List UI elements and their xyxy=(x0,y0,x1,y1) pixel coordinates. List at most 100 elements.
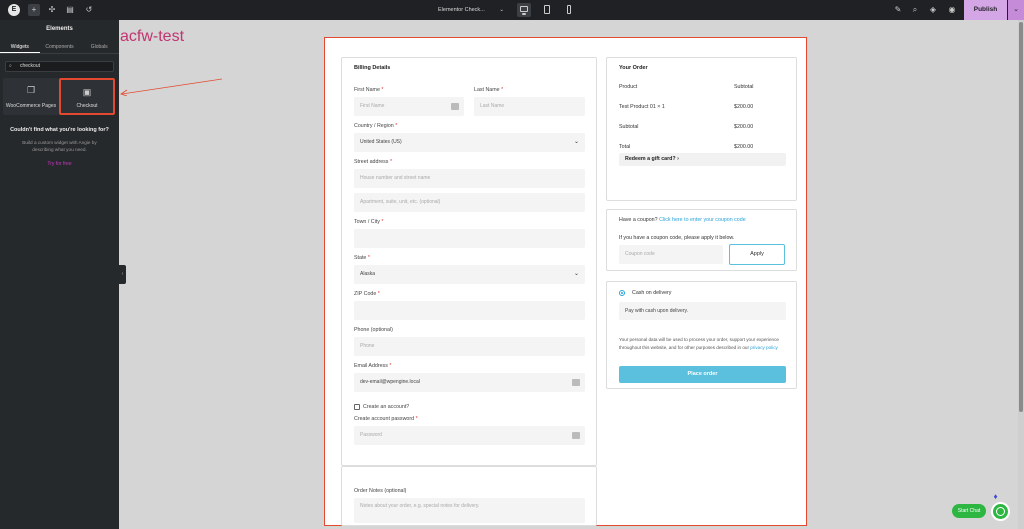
coupon-link[interactable]: Click here to enter your coupon code xyxy=(659,217,746,223)
zip-code-input[interactable] xyxy=(354,301,585,320)
widget-label: Checkout xyxy=(76,103,98,109)
zip-code-label: ZIP Code * xyxy=(354,291,380,297)
order-notes-card: Order Notes (optional) Notes about your … xyxy=(341,466,597,526)
redeem-gift-card-toggle[interactable]: Redeem a gift card? › xyxy=(619,153,786,166)
your-order-heading: Your Order xyxy=(619,65,648,71)
order-notes-textarea[interactable]: Notes about your order, e.g. special not… xyxy=(354,498,585,523)
top-bar: E + ✣ ▤ ↺ Elementor Check... ⌄ ✎ ⌕ ◈ ◉ P… xyxy=(0,0,1024,20)
mobile-view-icon[interactable] xyxy=(562,3,576,17)
scrollbar-thumb[interactable] xyxy=(1019,22,1023,412)
place-order-button[interactable]: Place order xyxy=(619,366,786,383)
coupon-code-input[interactable]: Coupon code xyxy=(619,245,723,264)
annotation-arrow xyxy=(120,78,223,96)
checkout-widget-frame[interactable]: Billing Details First Name * First Name … xyxy=(324,37,807,526)
chevron-down-icon: ⌄ xyxy=(573,271,579,277)
last-name-input[interactable]: Last Name xyxy=(474,97,585,116)
notes-icon[interactable]: ✎ xyxy=(892,4,904,16)
your-order-card: Your Order Product Subtotal Test Product… xyxy=(606,57,797,201)
phone-input[interactable]: Phone xyxy=(354,337,585,356)
panel-tabs: Widgets Components Globals xyxy=(0,41,119,54)
not-found-description: Build a custom widget with Angie by desc… xyxy=(22,140,97,152)
product-column-header: Product xyxy=(619,84,638,90)
country-label: Country / Region * xyxy=(354,123,398,129)
phone-label: Phone (optional) xyxy=(354,327,393,333)
subtotal-column-header: Subtotal xyxy=(734,84,754,90)
widget-checkout[interactable]: ▣ Checkout xyxy=(59,78,115,115)
account-password-label: Create account password * xyxy=(354,416,418,422)
email-input[interactable]: dev-email@wpengine.local xyxy=(354,373,585,392)
history-icon[interactable]: ↺ xyxy=(83,4,95,16)
state-label: State * xyxy=(354,255,370,261)
street-address-input[interactable]: House number and street name xyxy=(354,169,585,188)
structure-icon[interactable]: ▤ xyxy=(64,4,76,16)
widget-woocommerce-pages[interactable]: ❐ WooCommerce Pages xyxy=(3,78,59,115)
order-notes-label: Order Notes (optional) xyxy=(354,488,407,494)
tablet-view-icon[interactable] xyxy=(540,3,554,17)
payment-method-description: Pay with cash upon delivery. xyxy=(619,302,786,320)
desktop-view-icon[interactable] xyxy=(517,3,531,17)
woocommerce-pages-icon: ❐ xyxy=(26,85,36,95)
create-account-label: Create an account? xyxy=(363,404,410,410)
start-chat-button[interactable]: Start Chat xyxy=(952,504,986,518)
elements-panel: Elements Widgets Components Globals ⌕ ch… xyxy=(0,20,119,529)
autofill-key-icon xyxy=(572,379,580,386)
tab-components[interactable]: Components xyxy=(40,41,80,53)
collapse-panel-icon[interactable]: ‹ xyxy=(119,265,126,284)
publish-options-chevron-icon[interactable]: ⌄ xyxy=(1008,0,1024,20)
coupon-prompt: Have a coupon? Click here to enter your … xyxy=(619,217,746,223)
widget-label: WooCommerce Pages xyxy=(5,103,57,109)
account-password-input[interactable]: Password xyxy=(354,426,585,445)
order-item-name: Test Product 01 × 1 xyxy=(619,104,665,110)
site-settings-icon[interactable]: ✣ xyxy=(46,4,58,16)
canvas-scrollbar[interactable] xyxy=(1018,20,1024,529)
tab-widgets[interactable]: Widgets xyxy=(0,41,40,53)
create-account-checkbox[interactable] xyxy=(354,404,360,410)
not-found-title: Couldn't find what you're looking for? xyxy=(10,127,109,133)
chevron-down-icon: ⌄ xyxy=(499,7,504,13)
try-for-free-link[interactable]: Try for free xyxy=(0,161,119,167)
publish-button[interactable]: Publish xyxy=(964,0,1007,20)
coupon-card: Have a coupon? Click here to enter your … xyxy=(606,209,797,271)
order-item-price: $200.00 xyxy=(734,104,754,110)
privacy-policy-link[interactable]: privacy policy xyxy=(750,345,778,350)
page-title-dropdown[interactable]: Elementor Check... ⌄ xyxy=(438,3,506,17)
last-name-label: Last Name * xyxy=(474,87,504,93)
total-label: Total xyxy=(619,144,631,150)
layers-icon[interactable]: ◈ xyxy=(927,4,939,16)
coupon-description: If you have a coupon code, please apply … xyxy=(619,235,735,241)
search-icon[interactable]: ⌕ xyxy=(909,4,921,16)
apply-coupon-button[interactable]: Apply xyxy=(729,244,785,265)
payment-card: Cash on delivery Pay with cash upon deli… xyxy=(606,281,797,389)
widget-search-input[interactable]: ⌕ checkout xyxy=(5,61,114,72)
payment-method-label: Cash on delivery xyxy=(632,290,672,296)
billing-heading: Billing Details xyxy=(354,65,391,71)
first-name-input[interactable]: First Name xyxy=(354,97,464,116)
checkout-icon: ▣ xyxy=(82,87,92,97)
panel-title: Elements xyxy=(46,26,73,32)
town-city-input[interactable] xyxy=(354,229,585,248)
privacy-notice: Your personal data will be used to proce… xyxy=(619,337,779,350)
subtotal-label: Subtotal xyxy=(619,124,639,130)
town-city-label: Town / City * xyxy=(354,219,384,225)
first-name-label: First Name * xyxy=(354,87,384,93)
state-select[interactable]: Alaska ⌄ xyxy=(354,265,585,284)
autofill-key-icon xyxy=(451,103,459,110)
billing-details-card: Billing Details First Name * First Name … xyxy=(341,57,597,466)
street-address-2-input[interactable]: Apartment, suite, unit, etc. (optional) xyxy=(354,193,585,212)
cash-on-delivery-radio[interactable] xyxy=(619,290,625,296)
total-value: $200.00 xyxy=(734,144,754,150)
street-address-label: Street address * xyxy=(354,159,392,165)
notification-bell-icon[interactable]: ♦ xyxy=(991,492,1000,501)
search-icon: ⌕ xyxy=(9,63,12,69)
site-title: acfw-test xyxy=(120,28,185,45)
preview-eye-icon[interactable]: ◉ xyxy=(946,4,958,16)
search-value: checkout xyxy=(20,63,41,69)
add-element-icon[interactable]: + xyxy=(28,4,40,16)
page-title: Elementor Check... xyxy=(438,7,485,13)
subtotal-value: $200.00 xyxy=(734,124,754,130)
whatsapp-chat-icon[interactable] xyxy=(991,502,1010,521)
elementor-logo-icon[interactable]: E xyxy=(8,4,20,16)
tab-globals[interactable]: Globals xyxy=(79,41,119,53)
chevron-down-icon: ⌄ xyxy=(573,139,579,145)
country-select[interactable]: United States (US) ⌄ xyxy=(354,133,585,152)
